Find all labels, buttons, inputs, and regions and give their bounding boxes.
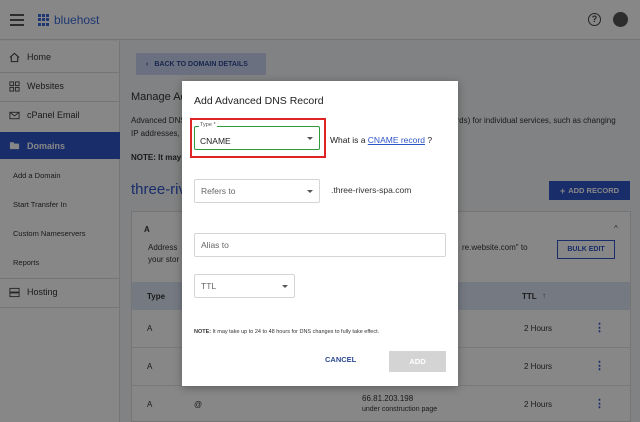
type-label: Type * (199, 122, 217, 128)
type-value: CNAME (200, 136, 231, 146)
help-prefix: What is a (330, 135, 368, 145)
dropdown-caret-icon (282, 285, 288, 288)
dropdown-caret-icon (307, 190, 313, 193)
alias-to-placeholder: Alias to (201, 240, 229, 250)
alias-to-input[interactable] (194, 233, 446, 257)
note-label: NOTE: (194, 329, 212, 335)
note-text: It may take up to 24 to 48 hours for DNS… (211, 329, 380, 335)
add-dns-record-dialog: Add Advanced DNS Record Type * CNAME Wha… (182, 81, 458, 386)
domain-suffix: .three-rivers-spa.com (331, 185, 412, 195)
dns-propagation-note: NOTE: It may take up to 24 to 48 hours f… (194, 329, 379, 335)
refers-to-placeholder: Refers to (201, 186, 236, 196)
dropdown-caret-icon (307, 137, 313, 140)
ttl-placeholder: TTL (201, 281, 217, 291)
what-is-help: What is a CNAME record ? (330, 135, 432, 145)
add-button[interactable]: ADD (389, 351, 446, 372)
cancel-button[interactable]: CANCEL (325, 355, 356, 364)
cname-record-link[interactable]: CNAME record (368, 135, 425, 145)
help-suffix: ? (424, 135, 433, 145)
dialog-title: Add Advanced DNS Record (194, 95, 324, 107)
